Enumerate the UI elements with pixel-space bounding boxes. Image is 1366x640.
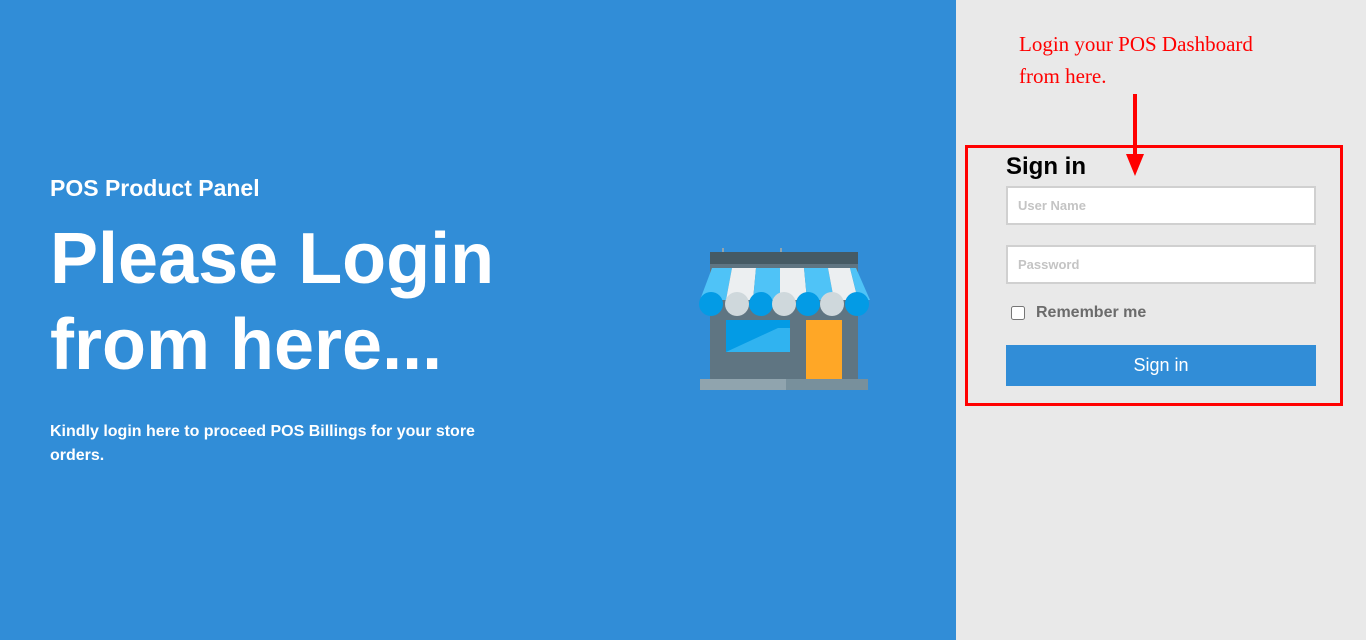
hero-headline: Please Login from here... [50, 216, 610, 388]
annotation-note: Login your POS Dashboard from here. [1019, 28, 1319, 92]
remember-me-label: Remember me [1036, 304, 1147, 321]
headline-line-1: Please Login [50, 219, 495, 299]
signin-title: Sign in [1006, 153, 1086, 180]
store-icon [699, 248, 870, 390]
username-input[interactable] [1006, 186, 1316, 225]
annotation-line-1: Login your POS Dashboard [1019, 32, 1253, 56]
hero-kicker: POS Product Panel [50, 175, 260, 201]
signin-button[interactable]: Sign in [1006, 345, 1316, 386]
remember-me-row[interactable]: Remember me [1009, 304, 1146, 322]
remember-me-checkbox[interactable] [1011, 306, 1025, 320]
password-input[interactable] [1006, 245, 1316, 284]
annotation-line-2: from here. [1019, 64, 1107, 88]
hero-subtext: Kindly login here to proceed POS Billing… [50, 423, 475, 464]
hero-panel: POS Product Panel Please Login from here… [0, 0, 956, 640]
headline-line-2: from here... [50, 305, 443, 385]
